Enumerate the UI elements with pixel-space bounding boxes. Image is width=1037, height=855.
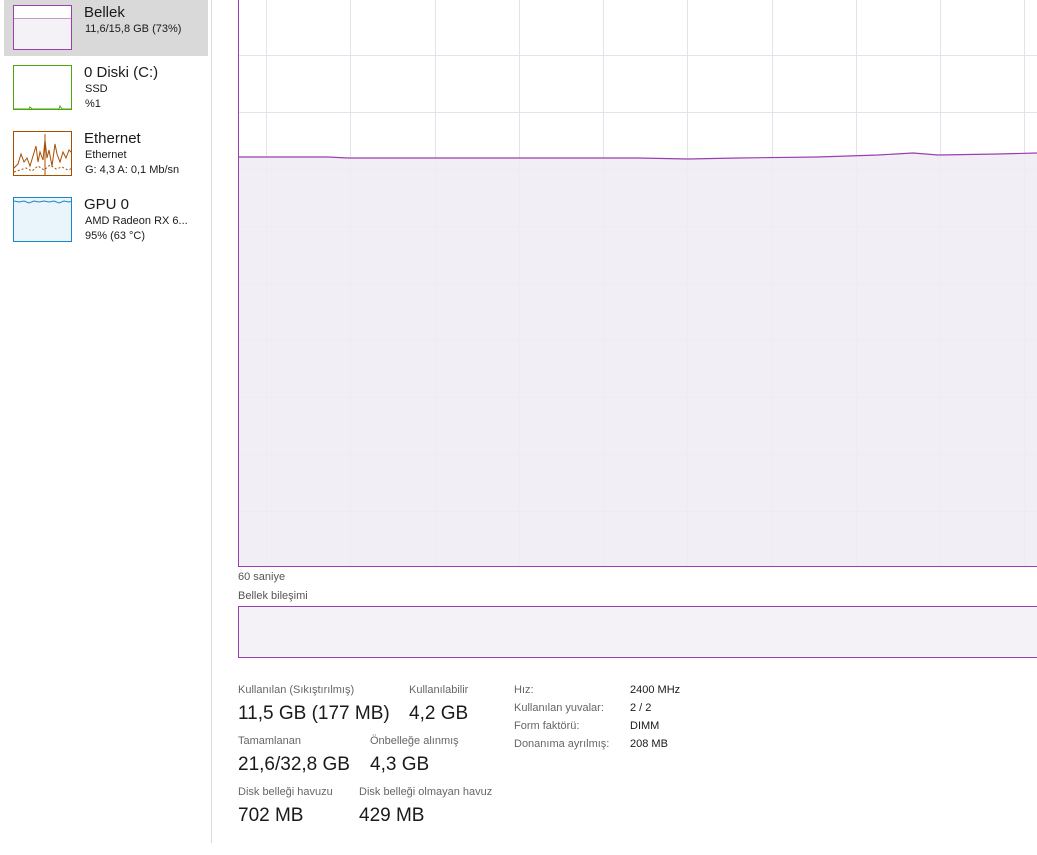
available-label: Kullanılabilir (409, 684, 469, 696)
in-use-label: Kullanılan (Sıkıştırılmış) (238, 684, 355, 696)
disk-thumbnail (13, 65, 72, 110)
gpu-thumbnail (13, 197, 72, 242)
speed-key: Hız: (514, 684, 534, 696)
sidebar-item-detail: SSD (85, 83, 108, 95)
sidebar-item-detail: 11,6/15,8 GB (73%) (85, 23, 182, 35)
committed-label: Tamamlanan (238, 735, 301, 747)
slots-value: 2 / 2 (630, 702, 652, 714)
ethernet-thumbnail (13, 131, 72, 176)
hardware-reserved-value: 208 MB (630, 738, 668, 750)
cached-label: Önbelleğe alınmış (370, 735, 459, 747)
sidebar-item-title: Bellek (84, 4, 125, 21)
sidebar-item-detail: 95% (63 °C) (85, 230, 146, 242)
sidebar-item-gpu[interactable]: GPU 0 AMD Radeon RX 6... 95% (63 °C) (4, 192, 208, 248)
sidebar-item-detail: G: 4,3 A: 0,1 Mb/sn (85, 164, 180, 176)
memory-thumbnail (13, 5, 72, 50)
sidebar-item-title: 0 Diski (C:) (84, 64, 159, 81)
sidebar-item-disk[interactable]: 0 Diski (C:) SSD %1 (4, 60, 208, 116)
memory-composition-bar (238, 606, 1037, 658)
sidebar: Bellek 11,6/15,8 GB (73%) 0 Diski (C:) S… (0, 0, 212, 843)
hardware-reserved-key: Donanıma ayrılmış: (514, 738, 610, 750)
sidebar-item-title: GPU 0 (84, 196, 130, 213)
paged-pool-label: Disk belleği havuzu (238, 786, 333, 798)
composition-label: Bellek bileşimi (238, 590, 308, 602)
nonpaged-pool-label: Disk belleği olmayan havuz (359, 786, 493, 798)
form-factor-key: Form faktörü: (514, 720, 580, 732)
sidebar-item-detail: %1 (85, 98, 101, 110)
memory-usage-graph (238, 0, 1037, 567)
sidebar-item-detail: AMD Radeon RX 6... (85, 215, 188, 227)
paged-pool-value: 702 MB (238, 805, 304, 826)
available-value: 4,2 GB (409, 703, 469, 724)
sidebar-item-memory[interactable]: Bellek 11,6/15,8 GB (73%) (4, 0, 208, 56)
sidebar-item-ethernet[interactable]: Ethernet Ethernet G: 4,3 A: 0,1 Mb/sn (4, 126, 208, 182)
in-use-value: 11,5 GB (177 MB) (238, 703, 390, 724)
committed-value: 21,6/32,8 GB (238, 754, 350, 775)
slots-key: Kullanılan yuvalar: (514, 702, 604, 714)
sidebar-item-detail: Ethernet (85, 149, 127, 161)
graph-time-label: 60 saniye (238, 571, 286, 583)
form-factor-value: DIMM (630, 720, 660, 732)
cached-value: 4,3 GB (370, 754, 430, 775)
nonpaged-pool-value: 429 MB (359, 805, 425, 826)
sidebar-item-title: Ethernet (84, 130, 141, 147)
speed-value: 2400 MHz (630, 684, 681, 696)
